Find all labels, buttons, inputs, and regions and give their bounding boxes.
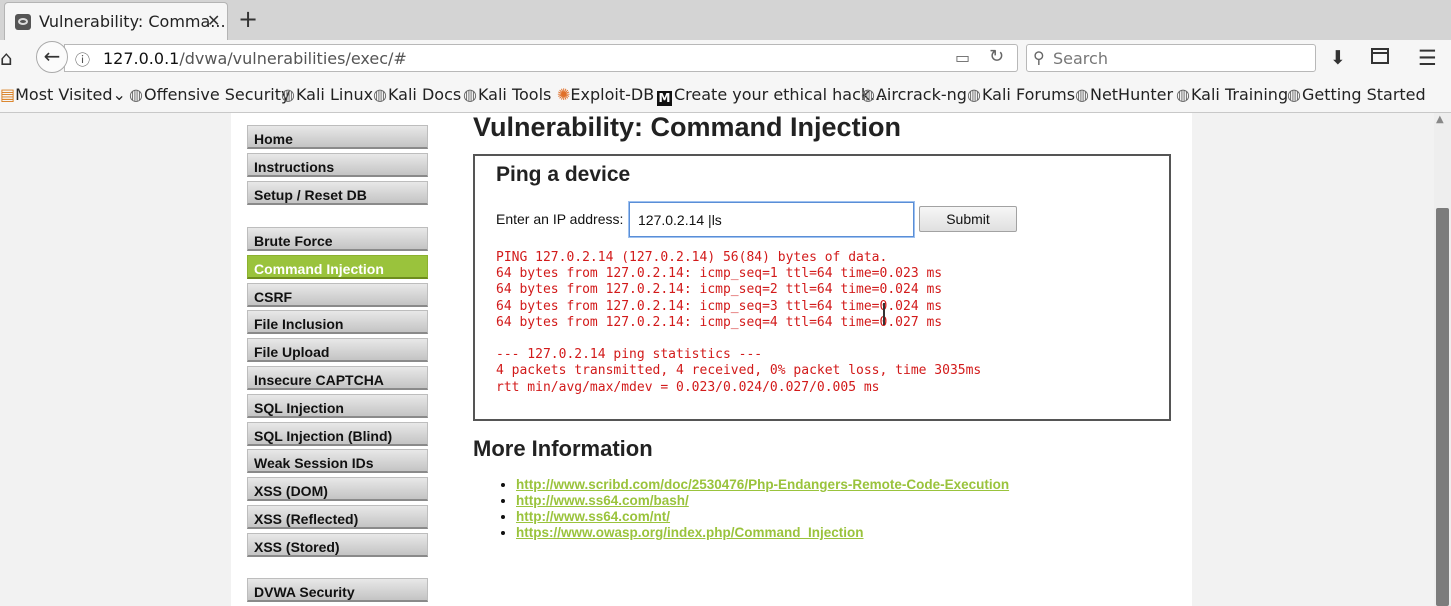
output-line: 4 packets transmitted, 4 received, 0% pa…	[496, 363, 982, 379]
output-line: 64 bytes from 127.0.2.14: icmp_seq=2 ttl…	[496, 282, 943, 298]
globe-icon: ◍	[463, 85, 477, 104]
ip-address-label: Enter an IP address:	[496, 211, 624, 227]
url-bar[interactable]: ⓘ 127.0.0.1/dvwa/vulnerabilities/exec/# …	[64, 44, 1018, 72]
list-item: http://www.ss64.com/bash/	[516, 493, 1009, 509]
tab-title: Vulnerability: Comma...	[39, 12, 226, 31]
scroll-up-icon[interactable]: ▲	[1436, 114, 1444, 125]
output-line: 64 bytes from 127.0.2.14: icmp_seq=1 ttl…	[496, 266, 943, 282]
bookmark-kali-forums[interactable]: ◍Kali Forums	[967, 85, 1075, 104]
globe-icon: ◍	[1176, 85, 1190, 104]
tab-active[interactable]: Vulnerability: Comma... ✕	[4, 2, 228, 40]
list-item: http://www.ss64.com/nt/	[516, 509, 1009, 525]
sidebar-item-xss-stored[interactable]: XSS (Stored)	[247, 533, 428, 557]
tab-bar: Vulnerability: Comma... ✕ +	[0, 0, 1451, 41]
globe-icon: ◍	[1075, 85, 1089, 104]
url-text[interactable]: 127.0.0.1/dvwa/vulnerabilities/exec/#	[103, 49, 407, 68]
sidebar-item-instructions[interactable]: Instructions	[247, 153, 428, 177]
sidebar-item-dvwa-security[interactable]: DVWA Security	[247, 578, 428, 602]
folder-icon: ▤	[0, 85, 16, 104]
bookmark-kali-training[interactable]: ◍Kali Training	[1176, 85, 1288, 104]
form-title: Ping a device	[496, 163, 631, 186]
globe-icon: ◍	[967, 85, 981, 104]
bookmark-nethunter[interactable]: ◍NetHunter	[1075, 85, 1173, 104]
globe-icon: ◍	[281, 85, 295, 104]
output-line: 64 bytes from 127.0.2.14: icmp_seq=4 ttl…	[496, 314, 943, 330]
bookmark-create-ethical-hack[interactable]: M Create your ethical hack...	[657, 85, 885, 106]
reference-link[interactable]: http://www.scribd.com/doc/2530476/Php-En…	[516, 477, 1009, 492]
more-information-heading: More Information	[473, 436, 653, 461]
back-arrow-icon: ←	[43, 44, 61, 68]
bookmark-kali-linux[interactable]: ◍Kali Linux	[281, 85, 373, 104]
bookmark-most-visited[interactable]: ▤Most Visited⌄	[0, 85, 126, 104]
list-item: https://www.owasp.org/index.php/Command_…	[516, 525, 1009, 541]
list-item: http://www.scribd.com/doc/2530476/Php-En…	[516, 477, 1009, 493]
reader-view-icon[interactable]: ▭	[955, 48, 970, 67]
ip-address-input[interactable]	[629, 202, 914, 237]
info-icon[interactable]: ⓘ	[75, 49, 90, 70]
back-button[interactable]: ←	[36, 41, 68, 73]
sidebar-item-insecure-captcha[interactable]: Insecure CAPTCHA	[247, 366, 428, 390]
sidebar-item-sql-injection-blind[interactable]: SQL Injection (Blind)	[247, 422, 428, 446]
globe-icon: ◍	[129, 85, 143, 104]
dvwa-favicon-icon	[15, 14, 31, 30]
bookmark-kali-docs[interactable]: ◍Kali Docs	[373, 85, 461, 104]
sidebar-item-weak-session-ids[interactable]: Weak Session IDs	[247, 449, 428, 473]
close-icon[interactable]: ✕	[207, 11, 220, 30]
globe-icon: ◍	[861, 85, 875, 104]
sidebar-item-xss-reflected[interactable]: XSS (Reflected)	[247, 505, 428, 529]
sidebar-item-xss-dom[interactable]: XSS (DOM)	[247, 477, 428, 501]
output-line: --- 127.0.2.14 ping statistics ---	[496, 347, 763, 363]
search-input[interactable]: ⚲ Search	[1026, 44, 1316, 72]
bookmarks-toolbar: ▤Most Visited⌄ ◍Offensive Security ◍Kali…	[0, 76, 1451, 113]
m-logo-icon: M	[657, 91, 672, 106]
new-tab-button[interactable]: +	[238, 5, 258, 33]
sidebar-item-brute-force[interactable]: Brute Force	[247, 227, 428, 251]
output-line: rtt min/avg/max/mdev = 0.023/0.024/0.027…	[496, 379, 880, 395]
sidebar-item-setup-reset-db[interactable]: Setup / Reset DB	[247, 181, 428, 205]
sidebar-item-home[interactable]: Home	[247, 125, 428, 149]
reference-link[interactable]: https://www.owasp.org/index.php/Command_…	[516, 525, 864, 540]
sidebar-item-command-injection[interactable]: Command Injection	[247, 255, 428, 279]
bookmark-offensive-security[interactable]: ◍Offensive Security	[129, 85, 290, 104]
library-icon[interactable]	[1371, 48, 1389, 64]
globe-icon: ◍	[1287, 85, 1301, 104]
page-title: Vulnerability: Command Injection	[473, 112, 902, 142]
sidebar-item-file-upload[interactable]: File Upload	[247, 338, 428, 362]
reference-link[interactable]: http://www.ss64.com/nt/	[516, 509, 670, 524]
sidebar-item-sql-injection[interactable]: SQL Injection	[247, 394, 428, 418]
bookmark-kali-tools[interactable]: ◍Kali Tools	[463, 85, 551, 104]
output-line: 64 bytes from 127.0.2.14: icmp_seq=3 ttl…	[496, 298, 943, 314]
hamburger-menu-icon[interactable]: ☰	[1418, 46, 1437, 70]
output-line: PING 127.0.2.14 (127.0.2.14) 56(84) byte…	[496, 250, 888, 265]
ping-form-box: Ping a device Enter an IP address: Submi…	[473, 154, 1171, 421]
text-cursor-icon	[883, 303, 885, 325]
ping-output: PING 127.0.2.14 (127.0.2.14) 56(84) byte…	[496, 250, 981, 396]
download-icon[interactable]: ⬇	[1330, 47, 1346, 69]
search-icon: ⚲	[1033, 48, 1045, 67]
search-placeholder: Search	[1053, 49, 1108, 68]
reference-link[interactable]: http://www.ss64.com/bash/	[516, 493, 689, 508]
home-icon[interactable]: ⌂	[0, 46, 13, 70]
submit-button[interactable]: Submit	[919, 206, 1017, 232]
chevron-down-icon: ⌄	[112, 85, 126, 104]
reload-icon[interactable]: ↻	[989, 46, 1004, 67]
bookmark-aircrack-ng[interactable]: ◍Aircrack-ng	[861, 85, 967, 104]
nav-bar: ⌂ ⓘ 127.0.0.1/dvwa/vulnerabilities/exec/…	[0, 40, 1451, 76]
sidebar-item-csrf[interactable]: CSRF	[247, 283, 428, 307]
globe-icon: ◍	[373, 85, 387, 104]
reference-links-list: http://www.scribd.com/doc/2530476/Php-En…	[502, 477, 1009, 541]
bookmark-exploit-db[interactable]: ✺Exploit-DB	[557, 85, 654, 104]
sidebar-item-file-inclusion[interactable]: File Inclusion	[247, 310, 428, 334]
exploit-db-icon: ✺	[557, 85, 571, 104]
bookmark-getting-started[interactable]: ◍Getting Started	[1287, 85, 1426, 104]
scrollbar-thumb[interactable]	[1436, 208, 1449, 606]
